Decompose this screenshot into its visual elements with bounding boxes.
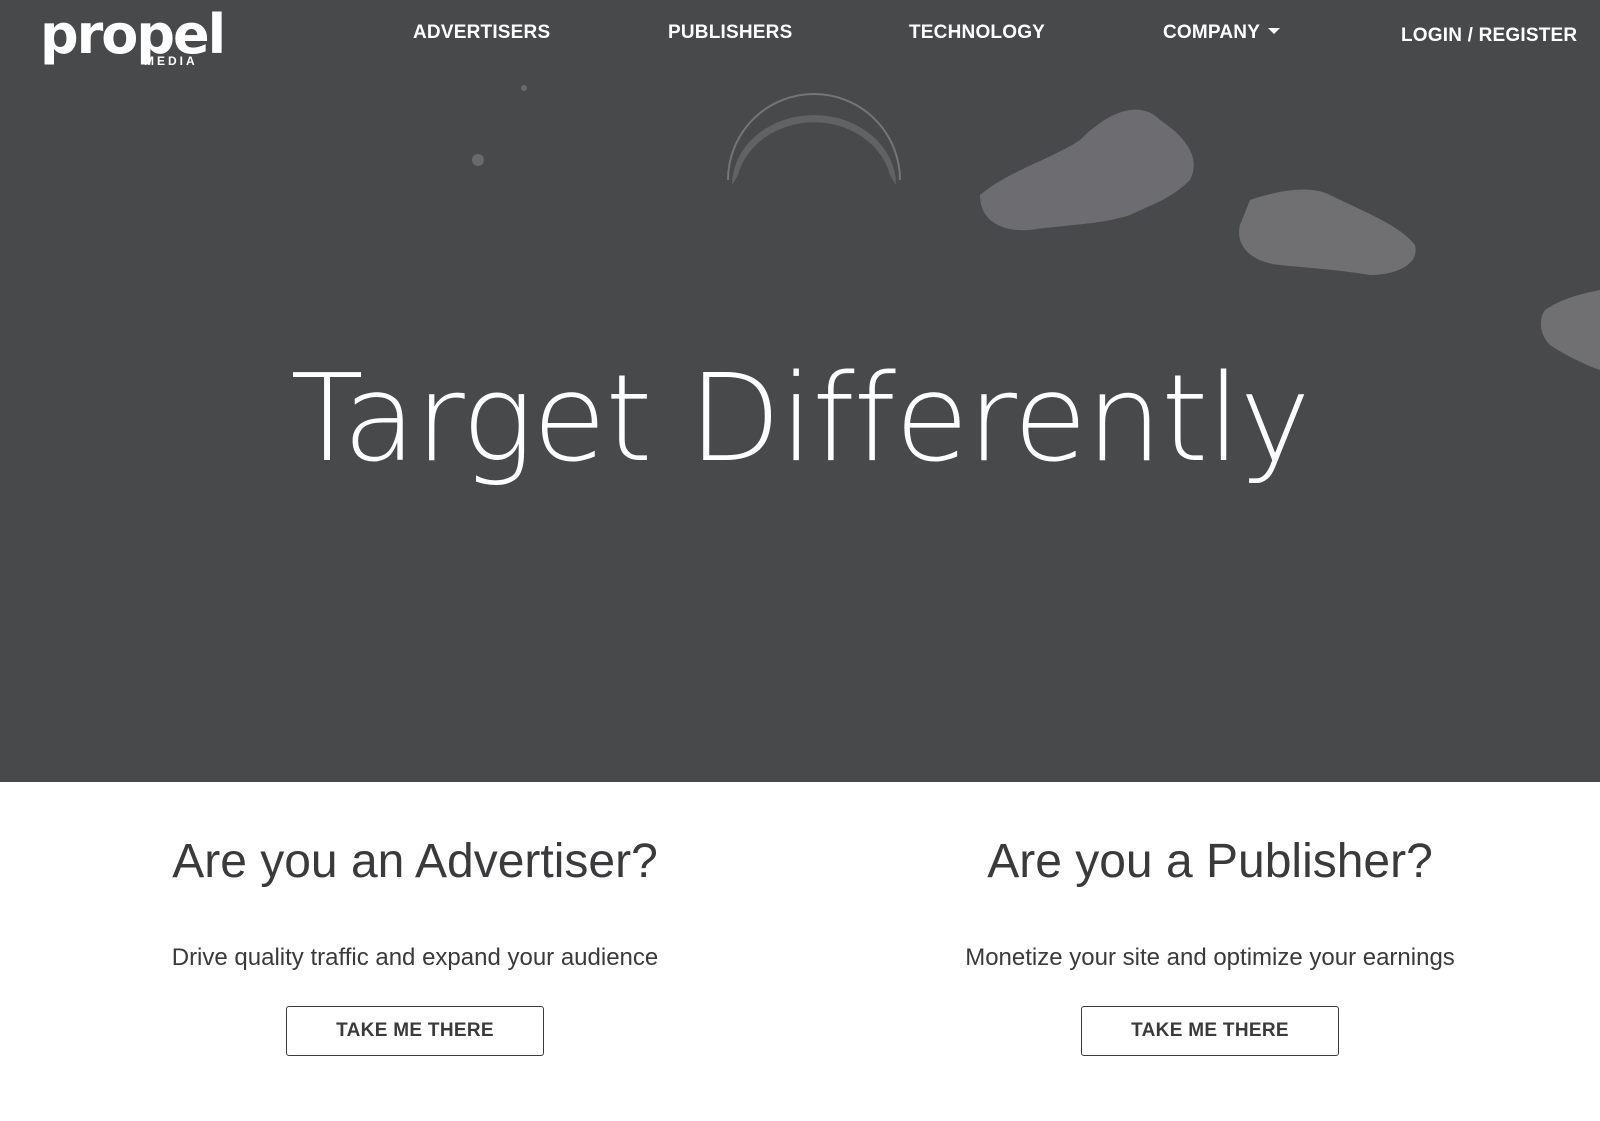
publisher-card: Are you a Publisher? Monetize your site … <box>810 782 1600 1121</box>
nav-link-company-label: COMPANY <box>1163 22 1261 43</box>
nav-link-technology[interactable]: TECHNOLOGY <box>909 22 1045 44</box>
nav-link-company[interactable]: COMPANY <box>1163 22 1281 44</box>
hero-section: propel MEDIA ADVERTISERS PUBLISHERS TECH… <box>0 0 1600 782</box>
advertiser-card-description: Drive quality traffic and expand your au… <box>171 944 659 971</box>
nav-link-advertisers[interactable]: ADVERTISERS <box>413 22 550 44</box>
advertiser-card: Are you an Advertiser? Drive quality tra… <box>15 782 815 1121</box>
audience-cards: Are you an Advertiser? Drive quality tra… <box>0 782 1600 1121</box>
hero-title: Target Differently <box>290 350 1310 489</box>
publisher-take-me-there-button[interactable]: TAKE ME THERE <box>1081 1006 1339 1056</box>
chevron-down-icon <box>1268 27 1281 34</box>
nav-link-publishers[interactable]: PUBLISHERS <box>668 22 792 44</box>
advertiser-card-title: Are you an Advertiser? <box>172 835 658 888</box>
propel-media-logo[interactable]: propel MEDIA <box>40 4 230 70</box>
login-register-link[interactable]: LOGIN / REGISTER <box>1401 25 1577 47</box>
publisher-card-description: Monetize your site and optimize your ear… <box>965 944 1455 971</box>
top-navigation: propel MEDIA ADVERTISERS PUBLISHERS TECH… <box>0 0 1600 80</box>
logo-subtext: MEDIA <box>144 54 198 68</box>
advertiser-take-me-there-button[interactable]: TAKE ME THERE <box>286 1006 544 1056</box>
publisher-card-title: Are you a Publisher? <box>987 835 1433 888</box>
